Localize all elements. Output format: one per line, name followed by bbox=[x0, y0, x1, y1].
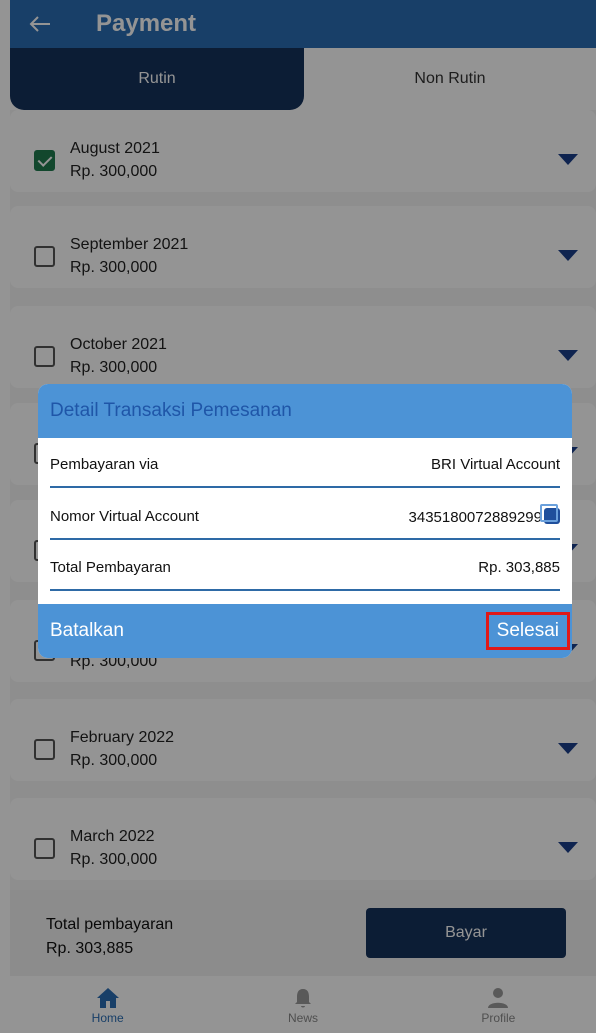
virtual-account-label: Nomor Virtual Account bbox=[50, 508, 199, 525]
total-payment-value: Rp. 303,885 bbox=[478, 559, 560, 576]
payment-method-row: Pembayaran via BRI Virtual Account bbox=[50, 438, 560, 488]
dialog-footer: Batalkan Selesai bbox=[38, 604, 572, 658]
virtual-account-number: 3435180072889299 bbox=[408, 509, 542, 526]
virtual-account-row: Nomor Virtual Account 3435180072889299 bbox=[50, 490, 560, 540]
total-payment-row: Total Pembayaran Rp. 303,885 bbox=[50, 541, 560, 591]
dialog-title: Detail Transaksi Pemesanan bbox=[50, 400, 292, 421]
finish-button[interactable]: Selesai bbox=[485, 612, 570, 650]
payment-method-label: Pembayaran via bbox=[50, 456, 159, 473]
cancel-button[interactable]: Batalkan bbox=[50, 620, 124, 642]
payment-method-value: BRI Virtual Account bbox=[431, 456, 560, 473]
copy-icon[interactable] bbox=[540, 504, 560, 524]
transaction-detail-dialog: Detail Transaksi Pemesanan Pembayaran vi… bbox=[38, 384, 572, 658]
virtual-account-value-wrap: 3435180072889299 bbox=[408, 504, 560, 526]
dialog-header: Detail Transaksi Pemesanan bbox=[38, 384, 572, 438]
total-payment-label: Total Pembayaran bbox=[50, 559, 171, 576]
